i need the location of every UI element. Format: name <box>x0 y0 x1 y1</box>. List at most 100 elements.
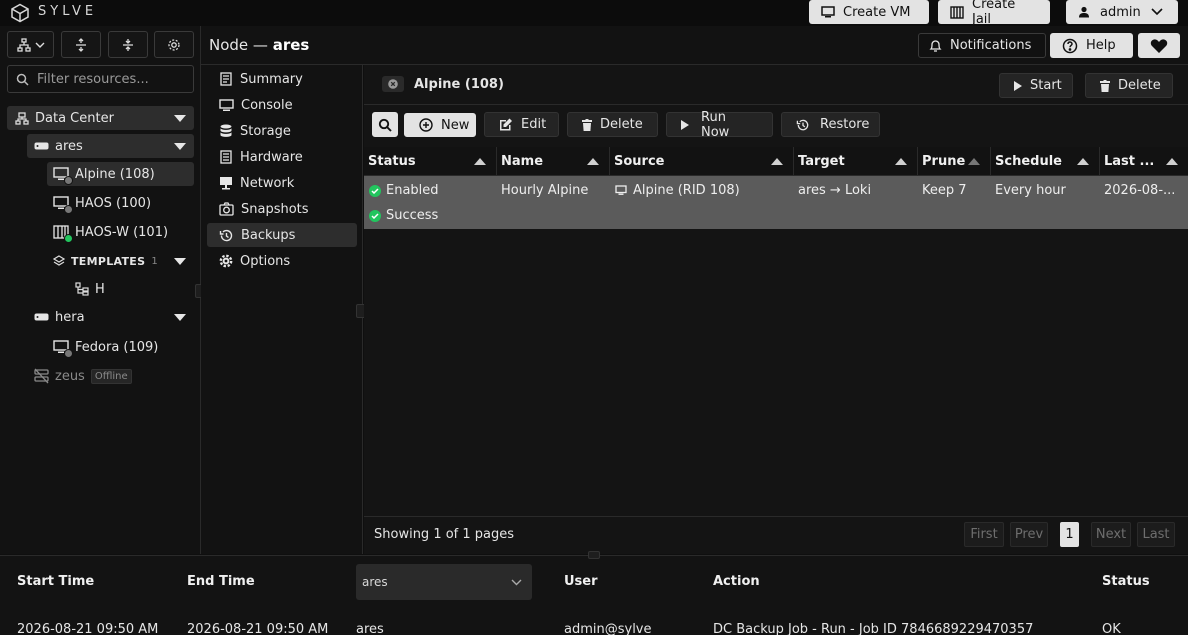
nav-label: Network <box>240 175 295 191</box>
last-page-button[interactable]: Last <box>1137 522 1175 547</box>
delete-resource-button[interactable]: Delete <box>1085 73 1173 98</box>
target-cell: ares → Loki <box>798 183 872 198</box>
column-schedule[interactable]: Schedule <box>991 147 1100 176</box>
tree-node-zeus[interactable]: zeus Offline <box>27 364 194 388</box>
user-menu-button[interactable]: admin <box>1066 0 1178 24</box>
chevron-down-icon[interactable] <box>174 258 186 265</box>
vm-label: HAOS (100) <box>75 195 152 211</box>
sort-up-icon <box>771 158 783 165</box>
nav-network[interactable]: Network <box>207 171 357 195</box>
task-user: admin@sylve <box>564 622 652 635</box>
close-circle-icon <box>388 79 398 89</box>
node-filter-select[interactable]: ares <box>356 564 532 600</box>
node-nav: Summary Console Storage Hardware Network… <box>201 65 366 554</box>
run-now-label: Run Now <box>701 109 730 140</box>
collapse-all-button[interactable] <box>108 31 148 58</box>
column-name[interactable]: Name <box>497 147 610 176</box>
notifications-button[interactable]: Notifications <box>918 33 1046 58</box>
resource-tab-title: Alpine (108) <box>414 77 504 92</box>
edit-button[interactable]: Edit <box>484 112 559 137</box>
network-icon <box>219 176 233 190</box>
column-status[interactable]: Status <box>364 147 497 176</box>
column-target[interactable]: Target <box>794 147 918 176</box>
nav-label: Console <box>241 97 293 113</box>
column-source[interactable]: Source <box>610 147 794 176</box>
node-label: hera <box>55 309 85 325</box>
chevron-down-icon[interactable] <box>174 314 186 321</box>
nav-summary[interactable]: Summary <box>207 67 357 91</box>
table-row[interactable]: Enabled Success Hourly Alpine Alpine (RI… <box>364 176 1188 229</box>
create-jail-button[interactable]: Create Jail <box>938 0 1050 27</box>
resize-handle[interactable] <box>588 551 600 559</box>
close-tab-button[interactable] <box>382 76 404 92</box>
offline-badge: Offline <box>90 368 132 384</box>
node-label: zeus <box>55 368 85 384</box>
prev-page-button[interactable]: Prev <box>1010 522 1048 547</box>
start-button[interactable]: Start <box>999 73 1073 98</box>
tree-node-ares[interactable]: ares <box>27 134 194 158</box>
server-icon <box>34 313 49 321</box>
chevron-down-icon[interactable] <box>174 115 186 122</box>
tree-jail-haos-w[interactable]: HAOS-W (101) <box>47 220 194 244</box>
column-label: Target <box>798 153 845 169</box>
new-backup-button[interactable]: New <box>404 113 476 137</box>
tree-templates[interactable]: TEMPLATES 1 <box>47 249 194 273</box>
status-cell: Enabled <box>369 183 439 198</box>
nav-console[interactable]: Console <box>207 93 357 117</box>
tree-node-hera[interactable]: hera <box>27 305 194 329</box>
hardware-icon <box>219 150 233 164</box>
create-vm-label: Create VM <box>843 4 911 20</box>
monitor-icon <box>53 340 73 358</box>
nav-backups[interactable]: Backups <box>207 223 357 247</box>
nav-label: Storage <box>240 123 291 139</box>
heart-icon <box>1150 38 1168 54</box>
create-vm-button[interactable]: Create VM <box>809 0 929 24</box>
filter-resources-field[interactable] <box>7 65 194 93</box>
column-prune[interactable]: Prune <box>918 147 991 176</box>
nav-hardware[interactable]: Hardware <box>207 145 357 169</box>
resource-sidebar: Data Center ares Alpine (108) HAOS (100)… <box>0 26 205 554</box>
nav-options[interactable]: Options <box>207 249 357 273</box>
help-button[interactable]: Help <box>1050 33 1133 58</box>
chevron-down-icon[interactable] <box>174 143 186 150</box>
column-start-time[interactable]: Start Time <box>17 574 94 589</box>
server-offline-icon <box>34 368 49 384</box>
task-start-time: 2026-08-21 09:50 AM <box>17 622 159 635</box>
column-label: Prune <box>922 153 966 169</box>
tree-vm-haos-100[interactable]: HAOS (100) <box>47 191 194 215</box>
nav-snapshots[interactable]: Snapshots <box>207 197 357 221</box>
top-header: SYLVE Create VM Create Jail admin <box>0 0 1188 27</box>
first-page-button[interactable]: First <box>964 522 1004 547</box>
check-circle-icon <box>369 184 381 197</box>
column-label: Source <box>614 153 665 169</box>
tree-view-dropdown[interactable] <box>7 31 54 58</box>
donate-button[interactable] <box>1138 33 1180 58</box>
chevron-down-icon <box>1151 8 1163 16</box>
bell-icon <box>929 39 942 53</box>
delete-backup-button[interactable]: Delete <box>567 112 658 137</box>
tree-template-h[interactable]: H <box>73 277 194 301</box>
jail-icon <box>53 225 73 243</box>
nav-storage[interactable]: Storage <box>207 119 357 143</box>
column-last[interactable]: Last ... <box>1100 147 1188 176</box>
settings-button[interactable] <box>154 31 194 58</box>
page-1-button[interactable]: 1 <box>1060 522 1079 547</box>
filter-resources-input[interactable] <box>37 71 187 87</box>
column-end-time[interactable]: End Time <box>187 574 255 589</box>
column-task-status[interactable]: Status <box>1102 574 1150 589</box>
pagination-info: Showing 1 of 1 pages <box>374 527 515 542</box>
edit-icon <box>499 118 513 131</box>
search-button[interactable] <box>372 112 398 137</box>
template-icon <box>75 282 89 296</box>
expand-all-button[interactable] <box>61 31 101 58</box>
restore-button[interactable]: Restore <box>781 112 880 137</box>
expand-icon <box>74 37 88 52</box>
next-page-button[interactable]: Next <box>1091 522 1131 547</box>
column-action[interactable]: Action <box>713 574 760 589</box>
tree-vm-fedora[interactable]: Fedora (109) <box>47 335 194 359</box>
tree-vm-alpine[interactable]: Alpine (108) <box>47 162 194 186</box>
run-now-button[interactable]: Run Now <box>666 109 773 140</box>
column-user[interactable]: User <box>564 574 598 589</box>
tree-datacenter[interactable]: Data Center <box>7 106 194 130</box>
divider <box>364 516 1188 517</box>
